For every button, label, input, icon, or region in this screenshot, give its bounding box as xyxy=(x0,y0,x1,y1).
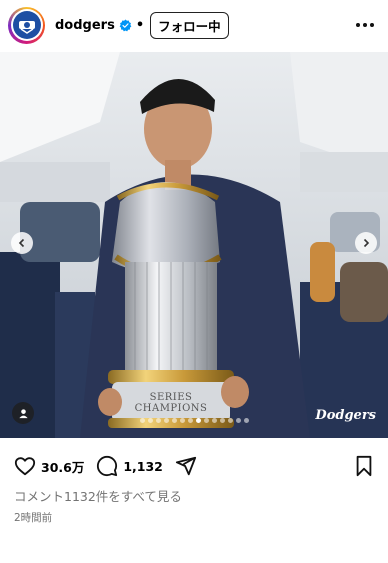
following-button[interactable]: フォロー中 xyxy=(150,11,229,39)
chevron-left-icon[interactable] xyxy=(11,232,33,254)
share-icon[interactable] xyxy=(175,455,197,477)
action-bar: 30.6万 1,132 xyxy=(0,450,388,482)
post-timestamp: 2時間前 xyxy=(14,512,53,524)
carousel-dot xyxy=(203,418,209,423)
photo-scene xyxy=(0,52,388,438)
comment-count[interactable]: 1,132 xyxy=(123,459,163,474)
avatar-logo-icon xyxy=(12,11,41,39)
carousel-dot xyxy=(219,418,225,423)
carousel-dot xyxy=(195,418,201,423)
carousel-dot xyxy=(163,418,169,423)
save-action[interactable] xyxy=(354,455,374,477)
carousel-dot xyxy=(227,418,233,423)
separator-dot: • xyxy=(135,17,145,33)
post-header: dodgers • フォロー中 xyxy=(0,0,388,50)
avatar[interactable] xyxy=(8,6,45,44)
chevron-right-icon[interactable] xyxy=(355,232,377,254)
carousel-dot xyxy=(235,418,241,423)
heart-icon[interactable] xyxy=(14,455,36,477)
carousel-dot xyxy=(139,418,145,423)
share-action[interactable] xyxy=(175,455,197,477)
view-all-comments-link[interactable]: コメント1132件をすべて見る xyxy=(14,486,182,505)
comment-action[interactable]: 1,132 xyxy=(96,455,163,477)
carousel-dot xyxy=(171,418,177,423)
username-link[interactable]: dodgers xyxy=(55,18,115,33)
carousel-dot xyxy=(211,418,217,423)
carousel-dot xyxy=(147,418,153,423)
like-action[interactable]: 30.6万 xyxy=(14,455,84,477)
dodgers-watermark: Dodgers xyxy=(315,408,376,423)
comment-icon[interactable] xyxy=(96,455,118,477)
carousel-dot xyxy=(243,418,249,423)
carousel-dot xyxy=(155,418,161,423)
more-icon[interactable] xyxy=(352,17,378,33)
post-image[interactable]: SERIES CHAMPIONS Dodgers xyxy=(0,52,388,438)
trophy-inscription: SERIES CHAMPIONS xyxy=(134,392,208,414)
like-count[interactable]: 30.6万 xyxy=(41,457,84,476)
bookmark-icon[interactable] xyxy=(354,455,374,477)
carousel-dot xyxy=(187,418,193,423)
verified-icon xyxy=(119,19,132,31)
carousel-dot xyxy=(179,418,185,423)
